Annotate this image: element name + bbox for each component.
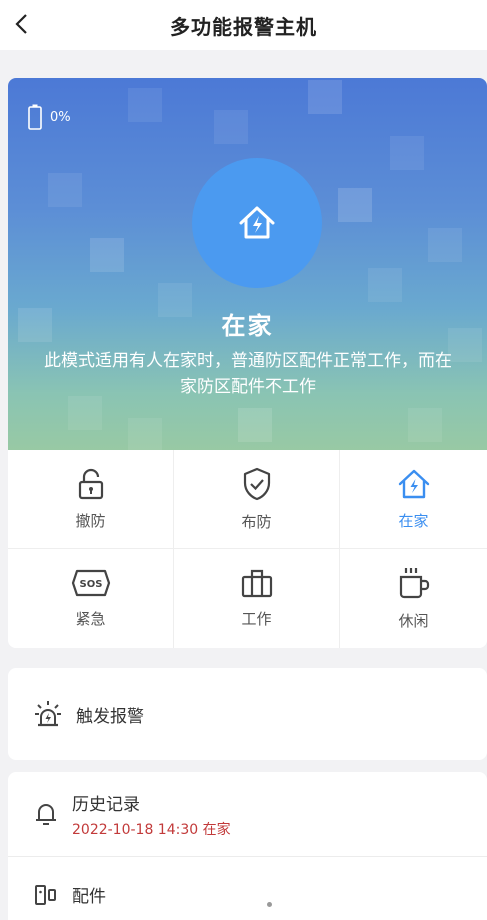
device-icon bbox=[35, 884, 56, 905]
info-card: 历史记录 2022-10-18 14:30 在家 配件 bbox=[8, 772, 487, 920]
accessories-label: 配件 bbox=[72, 887, 106, 907]
briefcase-icon bbox=[241, 569, 272, 598]
unlock-icon bbox=[78, 468, 103, 499]
bell-icon bbox=[36, 804, 56, 825]
current-mode-name: 在家 bbox=[221, 312, 274, 340]
current-mode-badge bbox=[192, 158, 322, 288]
battery-icon bbox=[28, 104, 42, 130]
back-button[interactable] bbox=[4, 6, 40, 42]
mode-banner: 0% 在家 此模式适用有人在家时，普通防区配件正常工作，而在家防区配件不工作 bbox=[8, 78, 487, 450]
history-row[interactable]: 历史记录 2022-10-18 14:30 在家 bbox=[8, 772, 487, 856]
mode-label: 布防 bbox=[241, 512, 272, 531]
home-bolt-icon bbox=[239, 206, 275, 239]
alarm-light-icon bbox=[35, 701, 61, 727]
history-last-entry: 2022-10-18 14:30 在家 bbox=[72, 821, 231, 838]
accessories-row[interactable]: 配件 bbox=[8, 857, 487, 920]
mode-label: 在家 bbox=[398, 511, 429, 530]
battery-status: 0% bbox=[28, 104, 71, 130]
coffee-cup-icon bbox=[399, 568, 429, 599]
mode-emergency-button[interactable]: SOS 紧急 bbox=[8, 549, 174, 648]
mode-label: 休闲 bbox=[398, 612, 429, 630]
current-mode-description: 此模式适用有人在家时，普通防区配件正常工作，而在家防区配件不工作 bbox=[44, 351, 452, 397]
battery-percent: 0% bbox=[50, 109, 71, 125]
page-title: 多功能报警主机 bbox=[170, 14, 317, 39]
mode-label: 工作 bbox=[241, 610, 272, 628]
mode-disarm-button[interactable]: 撤防 bbox=[8, 450, 174, 549]
trigger-alarm-row[interactable]: 触发报警 bbox=[8, 668, 487, 760]
chevron-left-icon bbox=[15, 14, 27, 34]
svg-text:SOS: SOS bbox=[79, 579, 102, 590]
mode-card: 0% 在家 此模式适用有人在家时，普通防区配件正常工作，而在家防区配件不工作 撤… bbox=[8, 78, 487, 648]
mode-label: 紧急 bbox=[75, 610, 106, 628]
history-label: 历史记录 bbox=[72, 794, 140, 815]
home-bolt-icon bbox=[398, 469, 429, 498]
page-indicator-dot bbox=[267, 902, 272, 907]
shield-check-icon bbox=[243, 467, 270, 500]
trigger-alarm-label: 触发报警 bbox=[76, 706, 144, 727]
sos-icon: SOS bbox=[71, 569, 110, 597]
mode-work-button[interactable]: 工作 bbox=[174, 549, 340, 648]
mode-home-button[interactable]: 在家 bbox=[340, 450, 487, 549]
mode-leisure-button[interactable]: 休闲 bbox=[340, 549, 487, 648]
mode-selector-grid: 撤防 布防 在家 SOS 紧急 工作 休闲 bbox=[8, 450, 487, 648]
app-header: 多功能报警主机 bbox=[0, 0, 487, 50]
trigger-alarm-card: 触发报警 bbox=[8, 668, 487, 760]
mode-label: 撤防 bbox=[75, 511, 106, 530]
mode-arm-button[interactable]: 布防 bbox=[174, 450, 340, 549]
